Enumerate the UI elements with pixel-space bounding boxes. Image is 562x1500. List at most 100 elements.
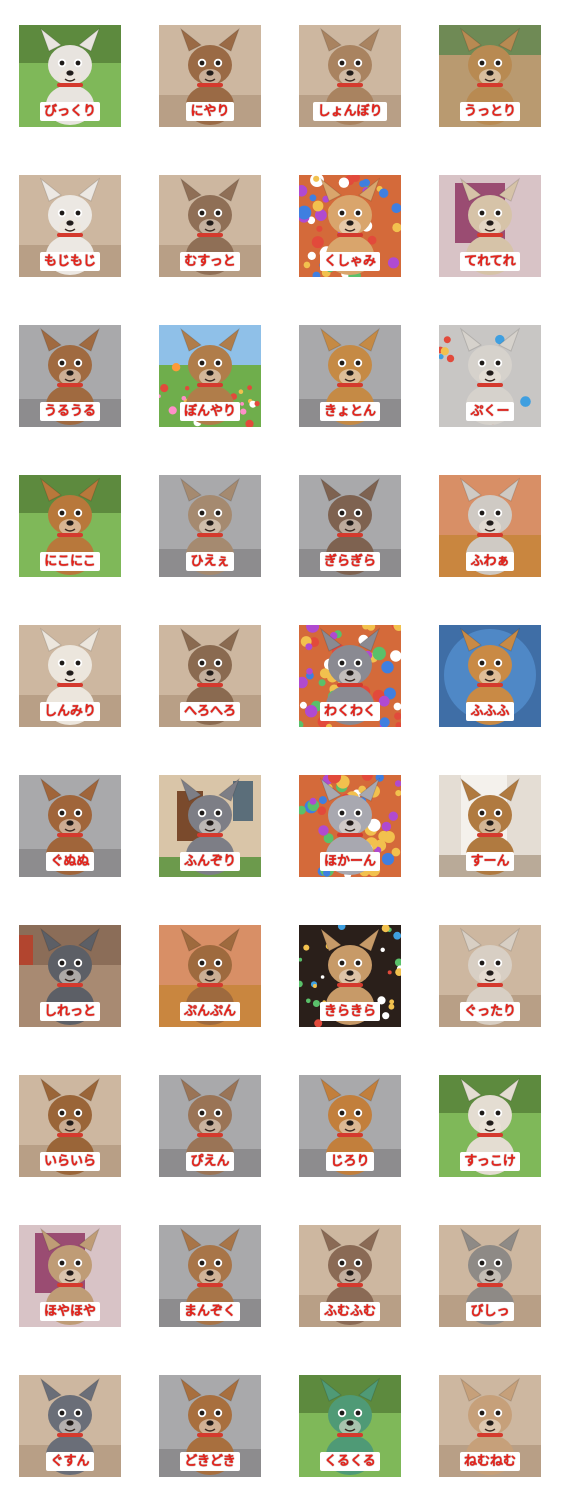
sticker-tile[interactable]: ぼんやり — [159, 325, 261, 427]
sticker-label: どきどき — [180, 1452, 240, 1471]
sticker-caption: ふむふむ — [303, 1300, 397, 1321]
sticker-label: にこにこ — [40, 552, 100, 571]
sticker-tile[interactable]: うるうる — [19, 325, 121, 427]
sticker-caption: むすっと — [163, 250, 257, 271]
sticker-caption: ふふふ — [443, 700, 537, 721]
sticker-caption: しれっと — [23, 1000, 117, 1021]
sticker-tile[interactable]: てれてれ — [439, 175, 541, 277]
sticker-tile[interactable]: ぐすん — [19, 1375, 121, 1477]
sticker-caption: ほやほや — [23, 1300, 117, 1321]
sticker-tile[interactable]: にやり — [159, 25, 261, 127]
sticker-tile[interactable]: びしっ — [439, 1225, 541, 1327]
sticker-caption: きょとん — [303, 400, 397, 421]
sticker-caption: ふんぞり — [163, 850, 257, 871]
sticker-label: びしっ — [466, 1302, 514, 1321]
sticker-grid: びっくり にやり しょんぼり うっとりもじもじ むすっと くしゃみ てれてれうるうる ぼんやり… — [0, 0, 562, 1500]
sticker-caption: しょんぼり — [303, 100, 397, 121]
sticker-label: ぐったり — [459, 1002, 520, 1021]
sticker-caption: ねむねむ — [443, 1450, 537, 1471]
sticker-label: ぴえん — [186, 1152, 234, 1171]
sticker-label: ぐすん — [46, 1452, 94, 1471]
sticker-tile[interactable]: ぎらぎら — [299, 475, 401, 577]
sticker-label: びっくり — [39, 102, 100, 121]
sticker-caption: じろり — [303, 1150, 397, 1171]
sticker-caption: すーん — [443, 850, 537, 871]
sticker-tile[interactable]: わくわく — [299, 625, 401, 727]
sticker-tile[interactable]: くしゃみ — [299, 175, 401, 277]
sticker-label: にやり — [186, 102, 234, 121]
sticker-tile[interactable]: くるくる — [299, 1375, 401, 1477]
sticker-tile[interactable]: ひえぇ — [159, 475, 261, 577]
sticker-label: むすっと — [180, 252, 240, 271]
sticker-label: ひえぇ — [186, 552, 234, 571]
sticker-caption: にこにこ — [23, 550, 117, 571]
sticker-tile[interactable]: しんみり — [19, 625, 121, 727]
sticker-caption: うるうる — [23, 400, 117, 421]
sticker-label: わくわく — [319, 702, 380, 721]
sticker-caption: くるくる — [303, 1450, 397, 1471]
sticker-label: へろへろ — [179, 702, 240, 721]
sticker-tile[interactable]: ふむふむ — [299, 1225, 401, 1327]
sticker-caption: しんみり — [23, 700, 117, 721]
sticker-tile[interactable]: びっくり — [19, 25, 121, 127]
sticker-tile[interactable]: まんぞく — [159, 1225, 261, 1327]
sticker-caption: まんぞく — [163, 1300, 257, 1321]
sticker-tile[interactable]: きらきら — [299, 925, 401, 1027]
sticker-tile[interactable]: ふふふ — [439, 625, 541, 727]
sticker-label: すっこけ — [460, 1152, 520, 1171]
sticker-caption: ぐすん — [23, 1450, 117, 1471]
sticker-tile[interactable]: ぷんぷん — [159, 925, 261, 1027]
sticker-caption: くしゃみ — [303, 250, 397, 271]
sticker-tile[interactable]: ぴえん — [159, 1075, 261, 1177]
sticker-tile[interactable]: いらいら — [19, 1075, 121, 1177]
sticker-label: うっとり — [459, 102, 520, 121]
sticker-tile[interactable]: ねむねむ — [439, 1375, 541, 1477]
sticker-tile[interactable]: どきどき — [159, 1375, 261, 1477]
sticker-caption: ほかーん — [303, 850, 397, 871]
sticker-label: ぼんやり — [179, 402, 240, 421]
sticker-label: きょとん — [319, 402, 380, 421]
sticker-caption: へろへろ — [163, 700, 257, 721]
sticker-tile[interactable]: ほかーん — [299, 775, 401, 877]
sticker-label: まんぞく — [179, 1302, 240, 1321]
sticker-tile[interactable]: ぐぬぬ — [19, 775, 121, 877]
sticker-label: しれっと — [39, 1002, 100, 1021]
sticker-tile[interactable]: ほやほや — [19, 1225, 121, 1327]
sticker-caption: ぐったり — [443, 1000, 537, 1021]
sticker-caption: いらいら — [23, 1150, 117, 1171]
sticker-caption: どきどき — [163, 1450, 257, 1471]
sticker-label: きらきら — [319, 1002, 380, 1021]
sticker-tile[interactable]: きょとん — [299, 325, 401, 427]
sticker-tile[interactable]: すっこけ — [439, 1075, 541, 1177]
sticker-tile[interactable]: ふわぁ — [439, 475, 541, 577]
sticker-label: しょんぼり — [313, 102, 387, 121]
sticker-tile[interactable]: すーん — [439, 775, 541, 877]
sticker-caption: ぴえん — [163, 1150, 257, 1171]
sticker-caption: ひえぇ — [163, 550, 257, 571]
sticker-label: しんみり — [39, 702, 100, 721]
sticker-tile[interactable]: にこにこ — [19, 475, 121, 577]
sticker-tile[interactable]: しょんぼり — [299, 25, 401, 127]
sticker-label: ぎらぎら — [319, 552, 380, 571]
sticker-tile[interactable]: うっとり — [439, 25, 541, 127]
sticker-label: ふむふむ — [319, 1302, 380, 1321]
sticker-label: うるうる — [39, 402, 100, 421]
sticker-tile[interactable]: ぐったり — [439, 925, 541, 1027]
sticker-caption: もじもじ — [23, 250, 117, 271]
sticker-label: ぐぬぬ — [46, 852, 94, 871]
sticker-tile[interactable]: もじもじ — [19, 175, 121, 277]
sticker-tile[interactable]: ぷくー — [439, 325, 541, 427]
sticker-tile[interactable]: へろへろ — [159, 625, 261, 727]
sticker-caption: ぎらぎら — [303, 550, 397, 571]
sticker-tile[interactable]: むすっと — [159, 175, 261, 277]
sticker-label: すーん — [466, 852, 514, 871]
sticker-caption: うっとり — [443, 100, 537, 121]
sticker-label: ふんぞり — [179, 852, 240, 871]
sticker-tile[interactable]: ふんぞり — [159, 775, 261, 877]
sticker-caption: すっこけ — [443, 1150, 537, 1171]
sticker-tile[interactable]: じろり — [299, 1075, 401, 1177]
sticker-label: じろり — [326, 1152, 374, 1171]
sticker-tile[interactable]: しれっと — [19, 925, 121, 1027]
sticker-label: ほやほや — [39, 1302, 100, 1321]
sticker-label: ほかーん — [319, 852, 380, 871]
